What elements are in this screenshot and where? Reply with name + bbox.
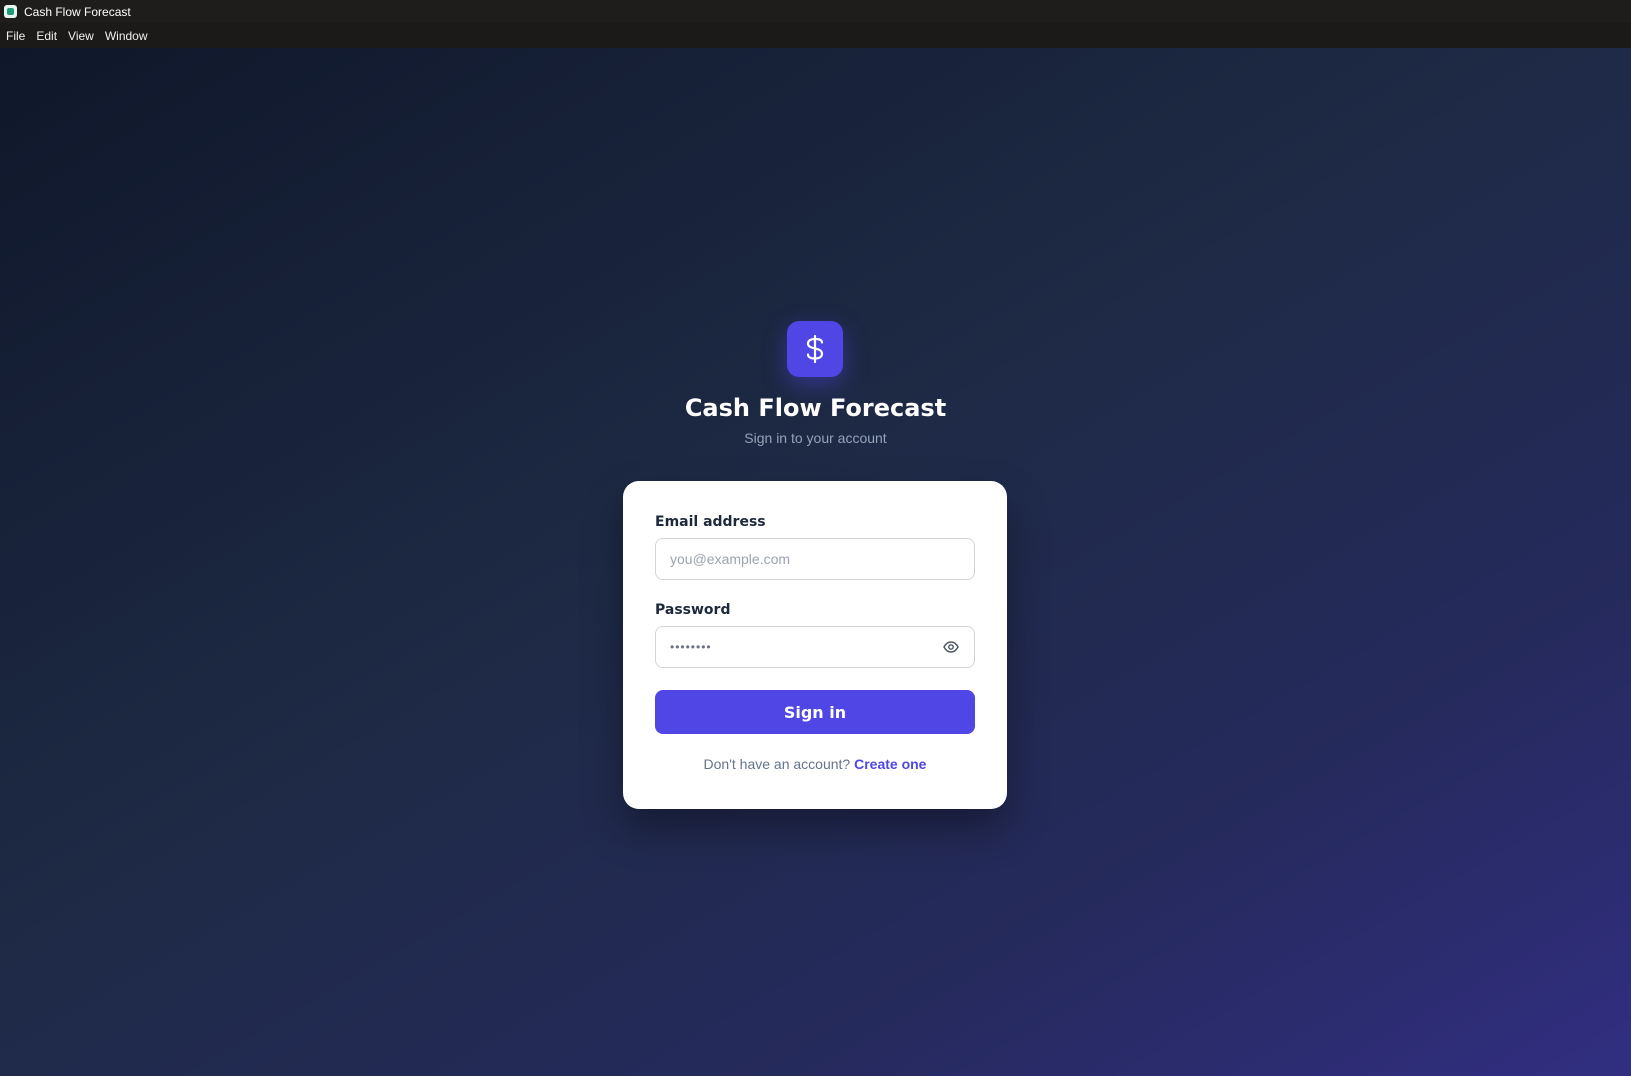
menu-edit[interactable]: Edit <box>32 26 61 46</box>
email-field[interactable] <box>670 551 960 567</box>
window-titlebar: Cash Flow Forecast <box>0 0 1631 23</box>
create-account-link[interactable]: Create one <box>854 756 926 772</box>
password-value: •••••••• <box>670 640 712 654</box>
email-label: Email address <box>655 514 766 530</box>
login-card: Email address Password •••••••• Sign in … <box>623 481 1007 809</box>
dollar-icon <box>806 334 824 364</box>
menu-file[interactable]: File <box>2 26 29 46</box>
password-label: Password <box>655 602 731 618</box>
page-subtitle: Sign in to your account <box>744 430 887 446</box>
password-field[interactable]: •••••••• <box>655 626 975 668</box>
menu-window[interactable]: Window <box>101 26 152 46</box>
page-title: Cash Flow Forecast <box>684 394 947 422</box>
email-field-wrapper <box>655 538 975 580</box>
signup-prompt-text: Don't have an account? <box>703 756 851 772</box>
app-icon <box>4 5 17 18</box>
menu-view[interactable]: View <box>64 26 98 46</box>
login-screen: Cash Flow Forecast Sign in to your accou… <box>0 48 1631 1076</box>
signup-prompt: Don't have an account? Create one <box>623 756 1007 772</box>
app-logo <box>787 321 843 377</box>
menubar: File Edit View Window <box>0 23 1631 48</box>
window-title: Cash Flow Forecast <box>24 4 131 19</box>
sign-in-button[interactable]: Sign in <box>655 690 975 734</box>
eye-icon[interactable] <box>942 638 960 656</box>
